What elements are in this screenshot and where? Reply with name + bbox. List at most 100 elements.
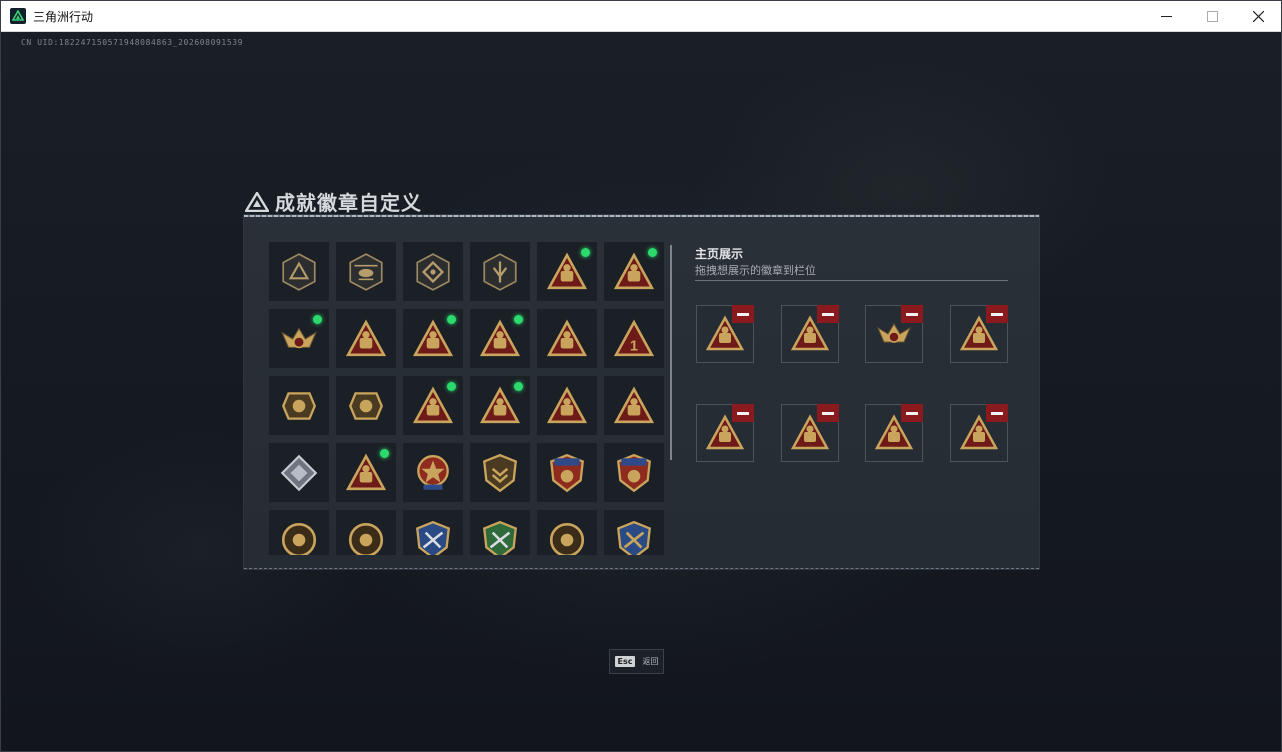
- shield-arrow-badge-icon: [479, 251, 521, 293]
- squad-triangle-badge-icon: [546, 385, 588, 427]
- star-medal-badge-icon: [412, 452, 454, 494]
- triangle-emblem-badge-icon: [278, 251, 320, 293]
- badge-cell[interactable]: [470, 443, 530, 502]
- crystal-diamond-badge-icon: [278, 452, 320, 494]
- game-window: 三角洲行动 CN UID:182247150571948084863_20260…: [0, 0, 1282, 752]
- new-badge-dot: [447, 382, 456, 391]
- showcase-title: 主页展示: [695, 247, 744, 261]
- remove-badge-button[interactable]: [901, 305, 923, 323]
- backpack-triangle-badge-icon: [345, 452, 387, 494]
- ring-emblem-badge-icon: [278, 385, 320, 427]
- badge-cell[interactable]: [537, 242, 597, 301]
- badge-cell[interactable]: [269, 242, 329, 301]
- badge-customize-panel: 1 主页展示 拖拽想展示的徽章到栏位: [244, 215, 1039, 569]
- badge-grid: 1: [269, 242, 669, 555]
- back-button[interactable]: Esc 返回: [609, 649, 664, 674]
- rocket-triangle-badge-icon: [613, 385, 655, 427]
- badge-cell[interactable]: [470, 309, 530, 368]
- showcase-slot[interactable]: [696, 404, 754, 462]
- circle-slash-badge-icon: [546, 519, 588, 555]
- new-badge-dot: [447, 315, 456, 324]
- showcase-slot[interactable]: [696, 305, 754, 363]
- helmet-triangle-badge-icon: [546, 318, 588, 360]
- maximize-icon[interactable]: [1189, 1, 1235, 32]
- back-label: 返回: [642, 657, 659, 666]
- page-title: 成就徽章自定义: [275, 191, 422, 215]
- badge-cell[interactable]: [336, 376, 396, 435]
- showcase-slot[interactable]: [865, 404, 923, 462]
- badge-cell[interactable]: [403, 510, 463, 555]
- badge-cell[interactable]: [403, 309, 463, 368]
- badge-cell[interactable]: [604, 443, 664, 502]
- minus-icon: [991, 312, 1003, 316]
- green-weapon-shield-badge-icon: [479, 519, 521, 555]
- badge-cell[interactable]: [470, 510, 530, 555]
- remove-badge-button[interactable]: [986, 404, 1008, 422]
- new-badge-dot: [380, 449, 389, 458]
- remove-badge-button[interactable]: [817, 305, 839, 323]
- badge-cell[interactable]: [604, 376, 664, 435]
- badge-cell[interactable]: [403, 443, 463, 502]
- blue-weapon-shield-badge-icon: [412, 519, 454, 555]
- stars-shield-badge-icon: [546, 452, 588, 494]
- badge-grid-scroll[interactable]: 1: [269, 242, 669, 555]
- close-icon[interactable]: [1235, 1, 1281, 32]
- badge-cell[interactable]: [269, 510, 329, 555]
- showcase-slot[interactable]: [865, 305, 923, 363]
- badge-cell[interactable]: [604, 242, 664, 301]
- badge-cell[interactable]: [470, 242, 530, 301]
- showcase-slot[interactable]: [950, 404, 1008, 462]
- new-badge-dot: [514, 315, 523, 324]
- badge-cell[interactable]: [336, 510, 396, 555]
- app-logo-icon: [10, 8, 26, 24]
- bottle-triangle-badge-icon: [479, 385, 521, 427]
- badge-cell[interactable]: [470, 376, 530, 435]
- badge-cell[interactable]: [537, 443, 597, 502]
- badge-cell[interactable]: [336, 443, 396, 502]
- badge-cell[interactable]: [336, 309, 396, 368]
- showcase-slot[interactable]: [950, 305, 1008, 363]
- minus-icon: [737, 312, 749, 316]
- truck-triangle-badge-icon: [546, 251, 588, 293]
- mask-round-badge-icon: [345, 519, 387, 555]
- badge-cell[interactable]: [269, 309, 329, 368]
- badge-cell[interactable]: [604, 510, 664, 555]
- remove-badge-button[interactable]: [986, 305, 1008, 323]
- vehicle-triangle-badge-icon: [412, 318, 454, 360]
- remove-badge-button[interactable]: [901, 404, 923, 422]
- badge-cell[interactable]: [269, 376, 329, 435]
- window-title: 三角洲行动: [33, 9, 94, 24]
- remove-badge-button[interactable]: [732, 305, 754, 323]
- badge-cell[interactable]: [403, 242, 463, 301]
- badge-cell[interactable]: [269, 443, 329, 502]
- badge-grid-scrollbar[interactable]: [670, 245, 672, 460]
- minimize-icon[interactable]: [1143, 1, 1189, 32]
- crate-triangle-badge-icon: [412, 385, 454, 427]
- new-badge-dot: [514, 382, 523, 391]
- soldier-triangle-badge-icon: [613, 251, 655, 293]
- badge-cell[interactable]: 1: [604, 309, 664, 368]
- chevron-shield-badge-icon: [479, 452, 521, 494]
- showcase-divider: [695, 280, 1008, 281]
- eagle-crest-badge-icon: [278, 318, 320, 360]
- showcase-slot[interactable]: [781, 404, 839, 462]
- remove-badge-button[interactable]: [817, 404, 839, 422]
- gold-weapon-shield-badge-icon: [613, 519, 655, 555]
- minus-icon: [991, 411, 1003, 415]
- new-badge-dot: [581, 248, 590, 257]
- badge-cell[interactable]: [537, 309, 597, 368]
- showcase-slot[interactable]: [781, 305, 839, 363]
- operator-triangle-badge-icon: [479, 318, 521, 360]
- badge-cell[interactable]: [336, 242, 396, 301]
- badge-cell[interactable]: [403, 376, 463, 435]
- badge-cell[interactable]: [537, 510, 597, 555]
- new-badge-dot: [648, 248, 657, 257]
- player-uid: CN UID:182247150571948084863_20260809153…: [21, 38, 244, 47]
- hand-sign-badge-icon: [345, 318, 387, 360]
- badge-cell[interactable]: [537, 376, 597, 435]
- new-badge-dot: [313, 315, 322, 324]
- minus-icon: [822, 411, 834, 415]
- minus-icon: [906, 312, 918, 316]
- esc-key-hint: Esc: [614, 656, 636, 667]
- remove-badge-button[interactable]: [732, 404, 754, 422]
